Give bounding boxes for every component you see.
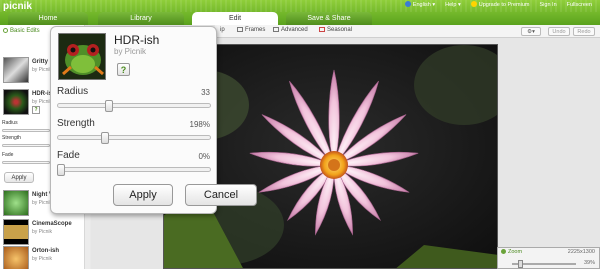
fade-label: Fade — [57, 150, 80, 161]
effect-author: by Picnik — [32, 67, 53, 73]
zoom-label: Zoom — [508, 249, 523, 255]
cancel-button[interactable]: Cancel — [185, 184, 257, 206]
effect-author: by Picnik — [32, 229, 53, 235]
hdr-ish-dialog: HDR-ish by Picnik ? Radius 33 Strength 1… — [50, 26, 257, 214]
zoom-control: Zoom 2225x1300 39% — [497, 247, 600, 269]
mini-radius-slider[interactable] — [2, 129, 50, 132]
language-label: English — [412, 2, 431, 8]
effect-name: CinemaScope — [32, 221, 72, 227]
sign-in-link[interactable]: Sign In — [540, 2, 557, 8]
effect-name: Orton-ish — [32, 248, 59, 254]
help-button[interactable]: ? — [32, 106, 40, 114]
radius-value: 33 — [201, 88, 210, 97]
language-link[interactable]: English ▾ — [404, 1, 435, 8]
tab-save-share[interactable]: Save & Share — [286, 12, 372, 25]
effect-preview-thumbnail — [58, 33, 106, 80]
redo-button[interactable]: Redo — [573, 27, 595, 36]
radius-slider-knob[interactable] — [105, 100, 114, 112]
help-link[interactable]: Help ▾ — [445, 2, 461, 8]
tab-edit-label: Edit — [228, 15, 242, 22]
mini-radius-label: Radius — [2, 120, 18, 126]
zoom-icon — [501, 249, 506, 254]
upgrade-link[interactable]: Upgrade to Premium — [470, 1, 530, 8]
fade-slider[interactable] — [57, 167, 211, 172]
dialog-author: by Picnik — [114, 47, 147, 56]
effect-name: Gritty — [32, 59, 49, 65]
upgrade-label: Upgrade to Premium — [478, 2, 530, 8]
frog-thumbnail — [59, 34, 105, 79]
effect-author: by Picnik — [32, 256, 53, 262]
zoom-percent: 39% — [583, 260, 595, 266]
fullscreen-link[interactable]: Fullscreen — [567, 2, 592, 8]
fade-value: 0% — [198, 152, 210, 161]
strength-value: 198% — [189, 120, 210, 129]
picnik-logo[interactable]: picnik — [3, 1, 32, 12]
seasonal-icon — [319, 27, 325, 32]
frames-label: Frames — [245, 27, 266, 33]
effect-thumbnail — [3, 89, 29, 115]
advanced-icon — [273, 27, 279, 32]
strength-slider[interactable] — [57, 135, 211, 140]
tab-save-share-label: Save & Share — [307, 15, 351, 22]
back-icon — [3, 28, 8, 33]
undo-button[interactable]: Undo — [548, 27, 570, 36]
effect-thumbnail — [3, 246, 29, 269]
strength-label: Strength — [57, 118, 95, 129]
radius-slider[interactable] — [57, 103, 211, 108]
mini-fade-label: Fade — [2, 152, 14, 158]
toolbar-tab-frames[interactable]: Frames — [237, 27, 265, 33]
help-label: Help — [445, 1, 457, 8]
strength-slider-knob[interactable] — [100, 132, 109, 144]
edit-toolbar: ip Frames Advanced Seasonal ⚙▾ Undo Redo — [215, 25, 600, 38]
effect-thumbnail — [3, 190, 29, 216]
frames-icon — [237, 27, 243, 32]
zoom-slider-knob[interactable] — [518, 260, 523, 268]
mini-fade-slider[interactable] — [2, 161, 50, 164]
effect-author: by Picnik — [32, 99, 53, 105]
globe-icon — [404, 1, 411, 7]
top-links: English ▾ Help ▾ Upgrade to Premium Sign… — [404, 1, 592, 8]
basic-edits-link[interactable]: Basic Edits — [3, 28, 40, 34]
apply-button[interactable]: Apply — [113, 184, 173, 206]
mini-strength-label: Strength — [2, 135, 21, 141]
mini-strength-slider[interactable] — [2, 144, 50, 147]
tab-edit[interactable]: Edit — [192, 12, 278, 25]
effect-item-cinemascope[interactable]: CinemaScope by Picnik — [0, 217, 90, 247]
tab-home-label: Home — [38, 15, 58, 22]
gear-menu-button[interactable]: ⚙▾ — [521, 27, 541, 36]
basic-edits-label: Basic Edits — [10, 28, 40, 34]
radius-label: Radius — [57, 86, 89, 97]
toolbar-tab-seasonal[interactable]: Seasonal — [319, 27, 352, 33]
toolbar-tab-advanced[interactable]: Advanced — [273, 27, 308, 33]
tab-library-label: Library — [130, 15, 152, 22]
effect-thumbnail — [3, 219, 29, 245]
fade-slider-knob[interactable] — [57, 164, 65, 176]
help-button[interactable]: ? — [117, 63, 130, 76]
dialog-title: HDR-ish — [114, 33, 160, 47]
seasonal-label: Seasonal — [327, 27, 353, 33]
chevron-down-icon: ▾ — [532, 29, 535, 35]
image-dimensions: 2225x1300 — [567, 249, 595, 255]
smiley-icon — [470, 1, 477, 7]
tab-library[interactable]: Library — [98, 12, 184, 25]
mini-apply-button[interactable]: Apply — [4, 172, 34, 183]
effect-author: by Picnik — [32, 200, 53, 206]
advanced-label: Advanced — [281, 27, 308, 33]
tab-home[interactable]: Home — [8, 12, 88, 25]
effect-thumbnail — [3, 57, 29, 83]
toolbar-tab-partial[interactable]: ip — [220, 27, 225, 33]
effect-item-orton-ish[interactable]: Orton-ish by Picnik — [0, 244, 90, 269]
